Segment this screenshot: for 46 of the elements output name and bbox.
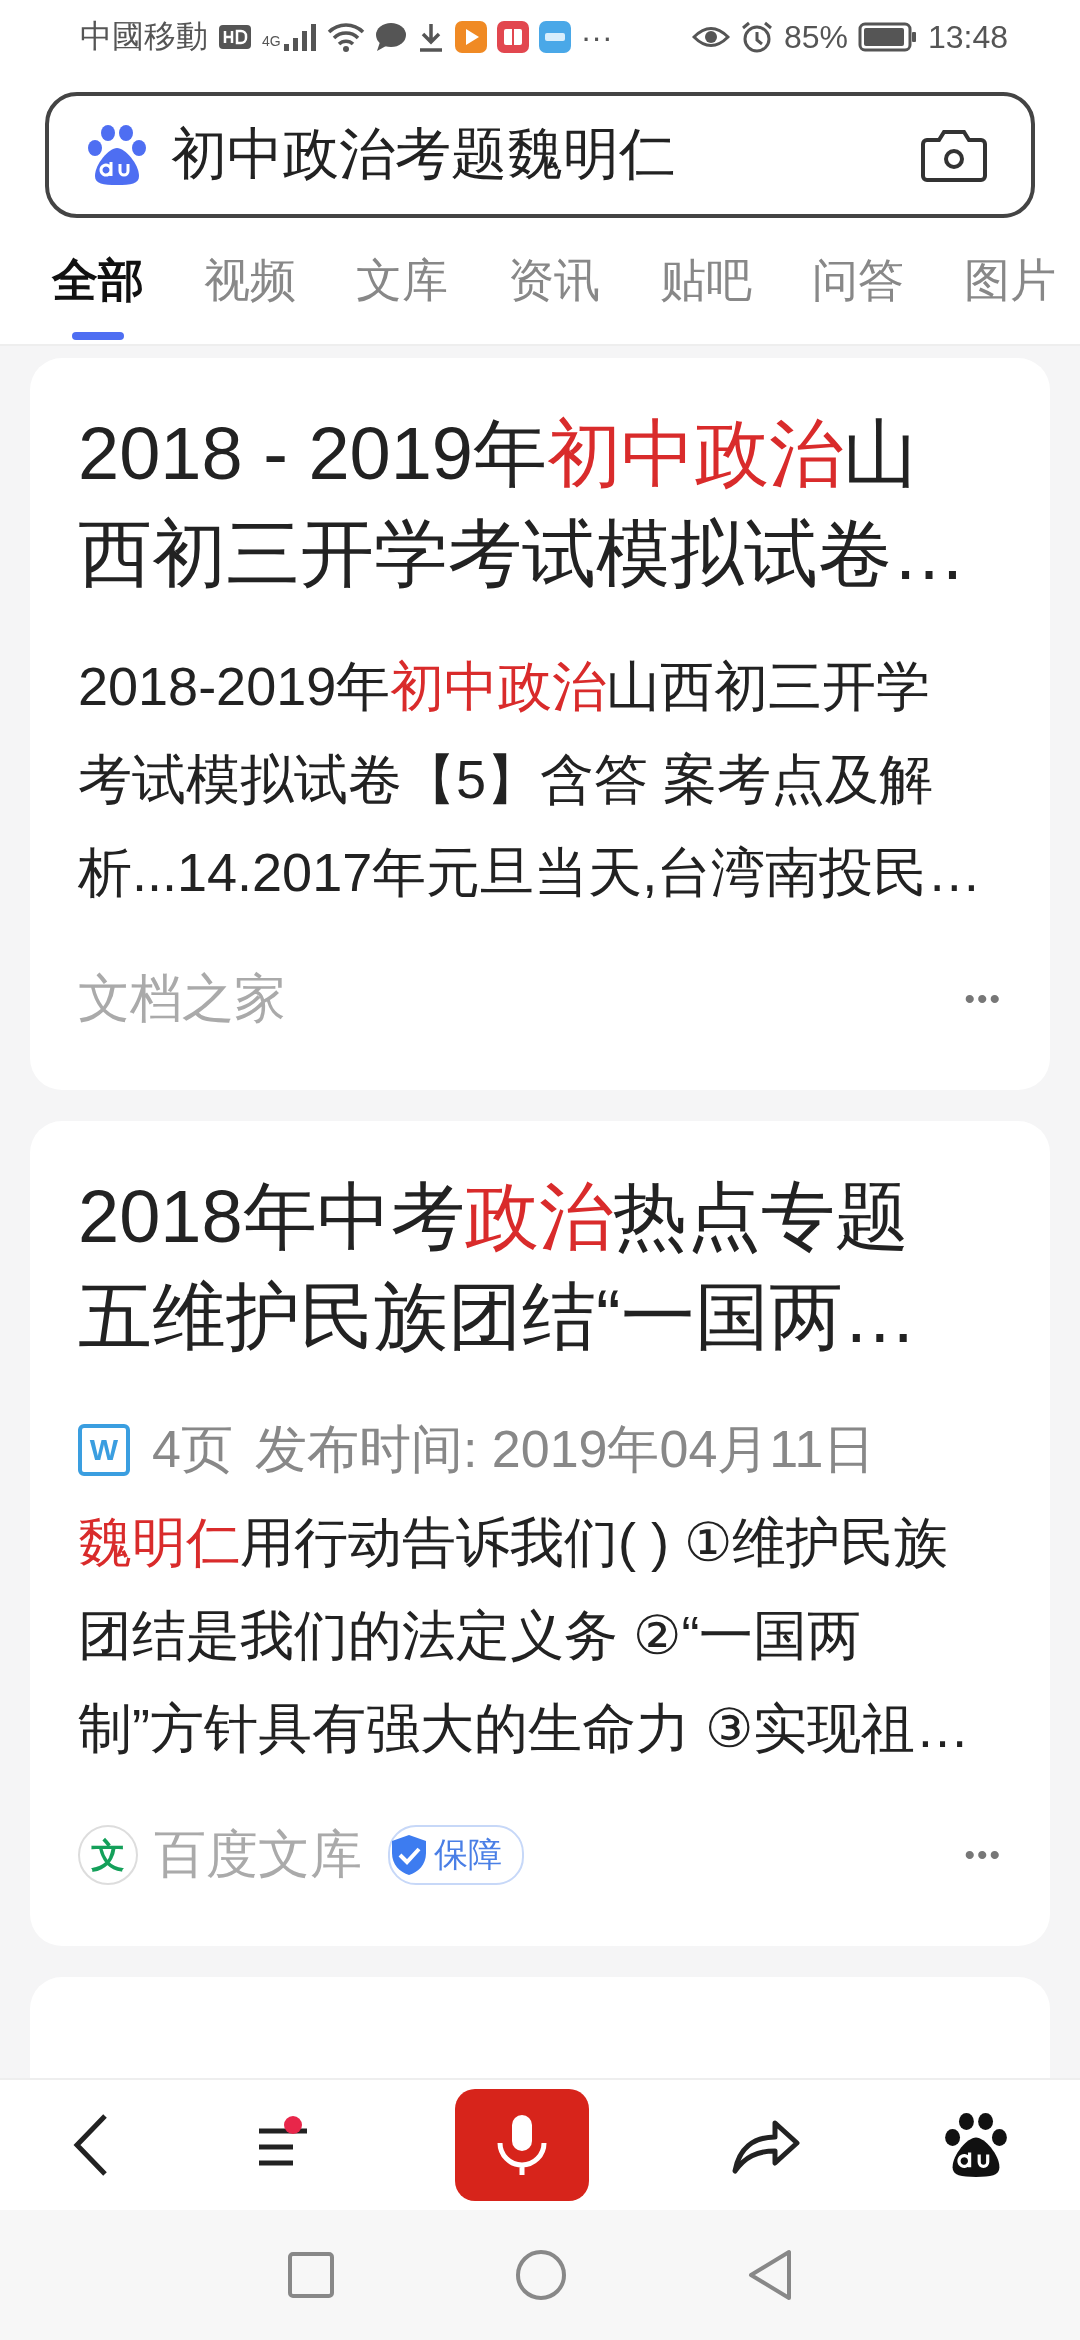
battery-icon <box>857 22 918 52</box>
search-tab[interactable]: 问答 <box>812 238 904 342</box>
wenku-logo-icon: 文 <box>78 1825 138 1885</box>
page-count: 4页 <box>152 1419 233 1480</box>
recents-icon[interactable] <box>287 2251 335 2299</box>
result-card[interactable]: 2018 - 2019年初中政治山 西初三开学考试模拟试卷… 2018-2019年初中政治山西初三开学 考试模拟试卷【5】含答 案考点及解 析...14.2017年元旦当天,台湾南投民… 文档之家 ••• <box>30 358 1050 1090</box>
shield-check-icon <box>390 1833 428 1877</box>
word-file-icon: W <box>78 1423 130 1476</box>
search-tab[interactable]: 文库 <box>356 238 448 342</box>
wifi-icon <box>326 22 365 52</box>
paw-logo-icon <box>87 124 147 186</box>
result-title[interactable]: 2018年中考政治热点专题 五维护民族团结“一国两… <box>78 1167 1002 1367</box>
result-card[interactable]: 2018年中考政治热点专题 五维护民族团结“一国两… W 4页 发布时间: 2019年04月11日 魏明仁用行动告诉我们( ) ①维护民族 团结是我们的法定义务 ②“一国两 制”方针具有强大的生命力 ③实现祖… 文 百度文库 保障 ••• <box>30 1121 1050 1946</box>
battery-percent: 85% <box>783 18 848 56</box>
signal-icon <box>282 22 317 52</box>
carrier-name: 中國移動 <box>80 17 208 56</box>
play-app-icon <box>454 21 487 53</box>
search-tab[interactable]: 全部 <box>52 238 144 342</box>
more-options[interactable]: ••• <box>964 982 1002 1016</box>
eye-icon <box>691 24 730 50</box>
search-bar[interactable]: 初中政治考题魏明仁 <box>45 92 1035 218</box>
result-snippet: 2018-2019年初中政治山西初三开学 考试模拟试卷【5】含答 案考点及解 析...14.2017年元旦当天,台湾南投民… <box>78 655 983 904</box>
result-snippet: 魏明仁用行动告诉我们( ) ①维护民族 团结是我们的法定义务 ②“一国两 制”方针具有强大的生命力 ③实现祖… <box>78 1511 971 1760</box>
book-app-icon <box>496 21 529 53</box>
reader-app-icon <box>538 21 571 53</box>
badge-label: 保障 <box>434 1834 502 1875</box>
paw-logo-icon[interactable] <box>943 2112 1009 2178</box>
search-tab[interactable]: 图片 <box>964 238 1056 342</box>
more-notifications: ··· <box>580 18 613 56</box>
search-tab[interactable]: 视频 <box>204 238 296 342</box>
network-type: 4G <box>262 33 281 49</box>
microphone-icon <box>495 2113 549 2177</box>
alarm-icon <box>739 20 774 54</box>
search-tab[interactable]: 贴吧 <box>660 238 752 342</box>
result-title[interactable]: 2018 - 2019年初中政治山 西初三开学考试模拟试卷… <box>78 404 1002 604</box>
clock-time: 13:48 <box>927 18 1008 56</box>
source-name[interactable]: 文档之家 <box>78 964 286 1034</box>
publish-date: 发布时间: 2019年04月11日 <box>254 1419 876 1480</box>
home-icon[interactable] <box>515 2249 567 2301</box>
voice-search-button[interactable] <box>455 2089 589 2201</box>
search-tab[interactable]: 资讯 <box>508 238 600 342</box>
chat-icon <box>374 22 407 52</box>
back-nav-icon[interactable] <box>747 2249 793 2301</box>
hd-icon <box>218 23 252 51</box>
source-name[interactable]: 百度文库 <box>154 1820 362 1890</box>
more-options[interactable]: ••• <box>964 1838 1002 1872</box>
